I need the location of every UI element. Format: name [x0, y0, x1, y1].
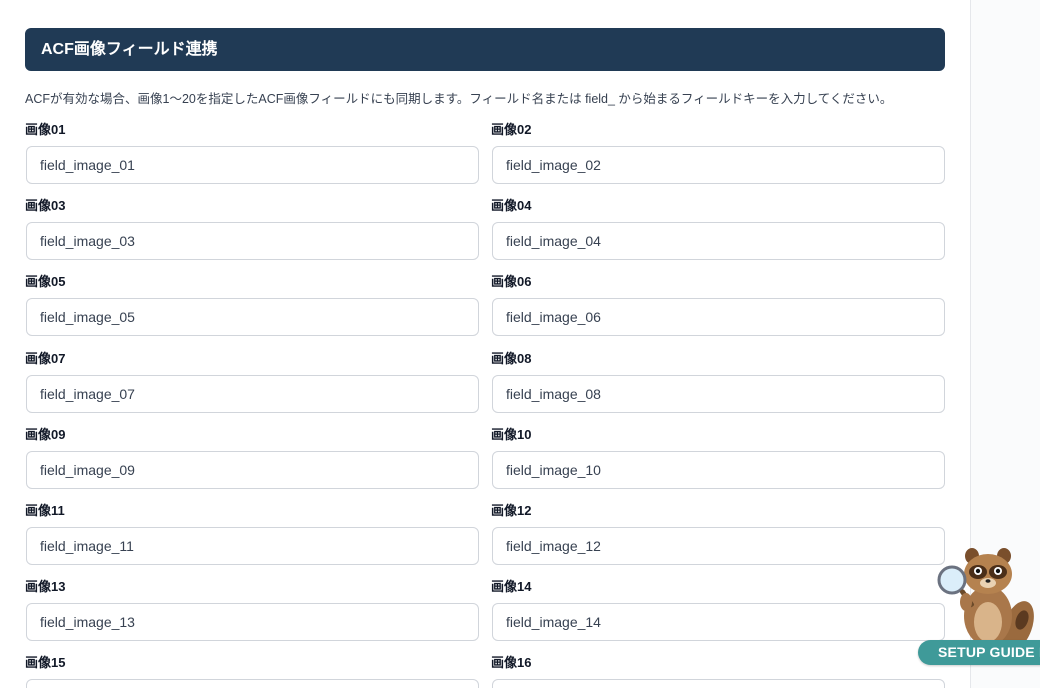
acf-field-input[interactable]: [492, 374, 945, 413]
field-label: 画像12: [491, 503, 532, 518]
acf-field-input[interactable]: [26, 603, 479, 642]
field-label: 画像05: [25, 274, 66, 290]
field-label: 画像02: [491, 122, 532, 137]
field-label: 画像03: [25, 198, 66, 214]
acf-field-input[interactable]: [492, 222, 945, 261]
field-label: 画像15: [25, 655, 66, 671]
acf-field-input[interactable]: [492, 527, 945, 565]
field-label: 画像01: [25, 122, 66, 137]
field-label: 画像14: [491, 579, 532, 595]
setup-guide-button[interactable]: SETUP GUIDE M: [918, 640, 1040, 665]
field-label: 画像16: [491, 655, 532, 671]
field-label: 画像13: [25, 579, 66, 595]
acf-field-input[interactable]: [26, 527, 479, 565]
acf-field-input[interactable]: [26, 679, 479, 688]
acf-field-input[interactable]: [492, 298, 945, 337]
field-label: 画像11: [25, 503, 65, 518]
acf-field-input[interactable]: [492, 450, 945, 489]
section-description: ACFが有効な場合、画像1〜20を指定したACF画像フィールドにも同期します。フ…: [25, 92, 893, 106]
field-label: 画像04: [491, 198, 532, 214]
field-label: 画像10: [491, 426, 532, 442]
field-label: 画像07: [25, 350, 66, 366]
acf-field-input[interactable]: [26, 146, 479, 184]
field-label: 画像09: [25, 426, 66, 442]
field-label: 画像08: [491, 350, 532, 366]
acf-settings-panel: ACF画像フィールド連携 ACFが有効な場合、画像1〜20を指定したACF画像フ…: [0, 0, 970, 688]
acf-field-input[interactable]: [26, 450, 479, 489]
acf-field-input[interactable]: [26, 298, 479, 337]
raccoon-mascot-icon[interactable]: [932, 540, 1040, 688]
acf-field-input[interactable]: [26, 222, 479, 261]
acf-field-input[interactable]: [26, 374, 479, 413]
field-label: 画像06: [491, 274, 532, 290]
acf-field-input[interactable]: [492, 146, 945, 184]
section-title: ACF画像フィールド連携: [25, 28, 945, 71]
acf-field-input[interactable]: [492, 679, 945, 688]
acf-field-input[interactable]: [492, 603, 945, 642]
